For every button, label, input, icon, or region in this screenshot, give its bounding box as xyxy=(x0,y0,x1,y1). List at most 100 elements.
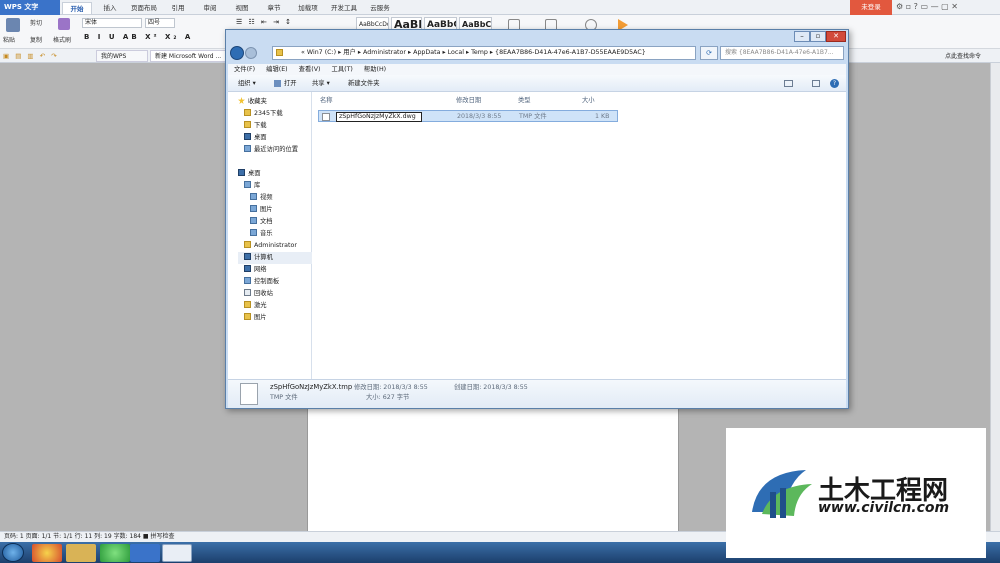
control-panel-icon xyxy=(244,277,251,284)
taskbar-browser-icon[interactable] xyxy=(100,544,130,562)
file-type: TMP 文件 xyxy=(519,113,547,120)
tab-page-layout[interactable]: 页面布局 xyxy=(127,2,161,14)
nav-network[interactable]: 网络 xyxy=(244,264,267,276)
nav-downloads[interactable]: 下载 xyxy=(244,120,267,132)
nav-recent[interactable]: 最近访问的位置 xyxy=(244,144,298,156)
menu-help[interactable]: 帮助(H) xyxy=(364,66,386,73)
file-size: 1 KB xyxy=(595,113,610,120)
tab-cloud[interactable]: 云服务 xyxy=(365,2,395,14)
file-row[interactable]: zSpHfGoNzJzMyZkX.dwg 2018/3/3 8:55 TMP 文… xyxy=(318,110,618,122)
nav-laser[interactable]: 激光 xyxy=(244,300,267,312)
file-icon xyxy=(322,113,330,121)
format-painter-button[interactable]: 格式刷 xyxy=(53,35,71,46)
menu-file[interactable]: 文件(F) xyxy=(234,66,255,73)
nav-libraries[interactable]: 库 xyxy=(244,180,260,192)
menu-view[interactable]: 查看(V) xyxy=(299,66,321,73)
star-icon xyxy=(238,97,245,104)
nav-pictures-folder[interactable]: 图片 xyxy=(244,312,267,324)
tab-review[interactable]: 审阅 xyxy=(197,2,223,14)
tab-developer[interactable]: 开发工具 xyxy=(327,2,361,14)
document-page[interactable] xyxy=(307,400,679,531)
forward-icon[interactable] xyxy=(245,47,257,59)
column-type[interactable]: 类型 xyxy=(518,95,531,107)
taskbar-cad-icon[interactable] xyxy=(162,544,192,562)
login-button[interactable]: 未登录 xyxy=(850,0,892,15)
file-list-pane: 名称 修改日期 类型 大小 zSpHfGoNzJzMyZkX.dwg 2018/… xyxy=(312,92,846,379)
organize-button[interactable]: 组织 ▾ xyxy=(238,75,256,92)
civilcn-logo-icon xyxy=(752,470,812,518)
view-options-icon[interactable] xyxy=(784,80,793,87)
music-icon xyxy=(250,229,257,236)
watermark-url: www.civilcn.com xyxy=(818,500,950,516)
desktop-icon xyxy=(244,133,251,140)
wps-app-menu[interactable]: WPS 文字 xyxy=(0,0,60,15)
folder-icon xyxy=(244,313,251,320)
paste-button[interactable]: 粘贴 xyxy=(3,35,15,46)
quick-access-icons[interactable]: ▣ ▤ ▥ ↶ ↷ xyxy=(3,52,59,60)
rename-input[interactable]: zSpHfGoNzJzMyZkX.dwg xyxy=(336,112,422,122)
address-bar[interactable]: « Win7 (C:) ▸ 用户 ▸ Administrator ▸ AppDa… xyxy=(272,46,696,60)
details-modified: 修改日期: 2018/3/3 8:55 xyxy=(354,384,428,391)
open-button[interactable]: 打开 xyxy=(284,75,297,92)
tab-addins[interactable]: 加载项 xyxy=(293,2,323,14)
column-name[interactable]: 名称 xyxy=(320,95,333,107)
window-controls-icon[interactable]: ⚙ ▫ ? ▭ — ▢ ✕ xyxy=(896,2,958,11)
wps-title-bar: WPS 文字 开始 插入 页面布局 引用 审阅 视图 章节 加载项 开发工具 云… xyxy=(0,0,1000,15)
tab-view[interactable]: 视图 xyxy=(229,2,255,14)
close-button[interactable]: ✕ xyxy=(826,31,846,42)
cut-button[interactable]: 剪切 xyxy=(30,18,42,29)
nav-pictures[interactable]: 图片 xyxy=(250,204,273,216)
recycle-bin-icon xyxy=(244,289,251,296)
format-painter-icon[interactable] xyxy=(58,18,70,30)
taskbar-app-icon[interactable] xyxy=(32,544,62,562)
tab-section[interactable]: 章节 xyxy=(261,2,287,14)
command-bar: 组织 ▾ 打开 共享 ▾ 新建文件夹 ? xyxy=(228,75,846,92)
column-modified[interactable]: 修改日期 xyxy=(456,95,481,107)
paragraph-icons[interactable]: ☰ ☷ ⇤ ⇥ ↕ xyxy=(236,18,293,26)
nav-desktop[interactable]: 桌面 xyxy=(238,168,261,180)
command-search[interactable]: 点此查找命令 xyxy=(945,51,981,60)
font-name-select[interactable]: 宋体 xyxy=(82,18,142,28)
tab-insert[interactable]: 插入 xyxy=(97,2,123,14)
doc-tab-my-wps[interactable]: 我的WPS xyxy=(96,50,148,62)
doc-tab-word[interactable]: 新建 Microsoft Word ... xyxy=(150,50,226,62)
font-size-select[interactable]: 四号 xyxy=(145,18,175,28)
search-input[interactable]: 搜索 {8EAA7B86-D41A-47e6-A1B7... xyxy=(720,46,844,60)
document-icon xyxy=(250,217,257,224)
navigation-pane: 收藏夹 2345下载 下载 桌面 最近访问的位置 桌面 库 视频 图片 文档 音… xyxy=(228,92,312,379)
file-modified: 2018/3/3 8:55 xyxy=(457,113,502,120)
copy-button[interactable]: 复制 xyxy=(30,35,42,46)
taskbar-wps-icon[interactable] xyxy=(130,544,160,562)
paste-icon[interactable] xyxy=(6,18,20,32)
folder-icon xyxy=(244,109,251,116)
back-icon[interactable] xyxy=(230,46,244,60)
nav-music[interactable]: 音乐 xyxy=(250,228,273,240)
share-button[interactable]: 共享 ▾ xyxy=(312,75,330,92)
nav-recycle-bin[interactable]: 回收站 xyxy=(244,288,273,300)
nav-computer[interactable]: 计算机 xyxy=(238,252,312,264)
font-format-icons[interactable]: B I U AB X² X₂ A xyxy=(84,33,193,41)
start-button[interactable] xyxy=(2,543,24,562)
nav-favorites[interactable]: 收藏夹 xyxy=(238,96,267,108)
tab-reference[interactable]: 引用 xyxy=(165,2,191,14)
preview-pane-icon[interactable] xyxy=(812,80,820,87)
nav-administrator[interactable]: Administrator xyxy=(244,240,297,252)
nav-2345-download[interactable]: 2345下载 xyxy=(244,108,283,120)
new-folder-button[interactable]: 新建文件夹 xyxy=(348,75,379,92)
menu-tools[interactable]: 工具(T) xyxy=(332,66,353,73)
nav-documents[interactable]: 文档 xyxy=(250,216,273,228)
column-size[interactable]: 大小 xyxy=(582,95,595,107)
maximize-button[interactable]: ▫ xyxy=(810,31,826,42)
taskbar-explorer-icon[interactable] xyxy=(66,544,96,562)
nav-control-panel[interactable]: 控制面板 xyxy=(244,276,279,288)
help-icon[interactable]: ? xyxy=(830,79,839,88)
nav-videos[interactable]: 视频 xyxy=(250,192,273,204)
refresh-icon[interactable]: ⟳ xyxy=(700,46,718,60)
details-filename: zSpHfGoNzJzMyZkX.tmp xyxy=(270,383,353,391)
menu-edit[interactable]: 编辑(E) xyxy=(266,66,288,73)
minimize-button[interactable]: – xyxy=(794,31,810,42)
library-icon xyxy=(244,181,251,188)
nav-desktop-fav[interactable]: 桌面 xyxy=(244,132,267,144)
tab-home[interactable]: 开始 xyxy=(62,2,92,14)
vertical-scrollbar[interactable] xyxy=(990,63,1000,531)
